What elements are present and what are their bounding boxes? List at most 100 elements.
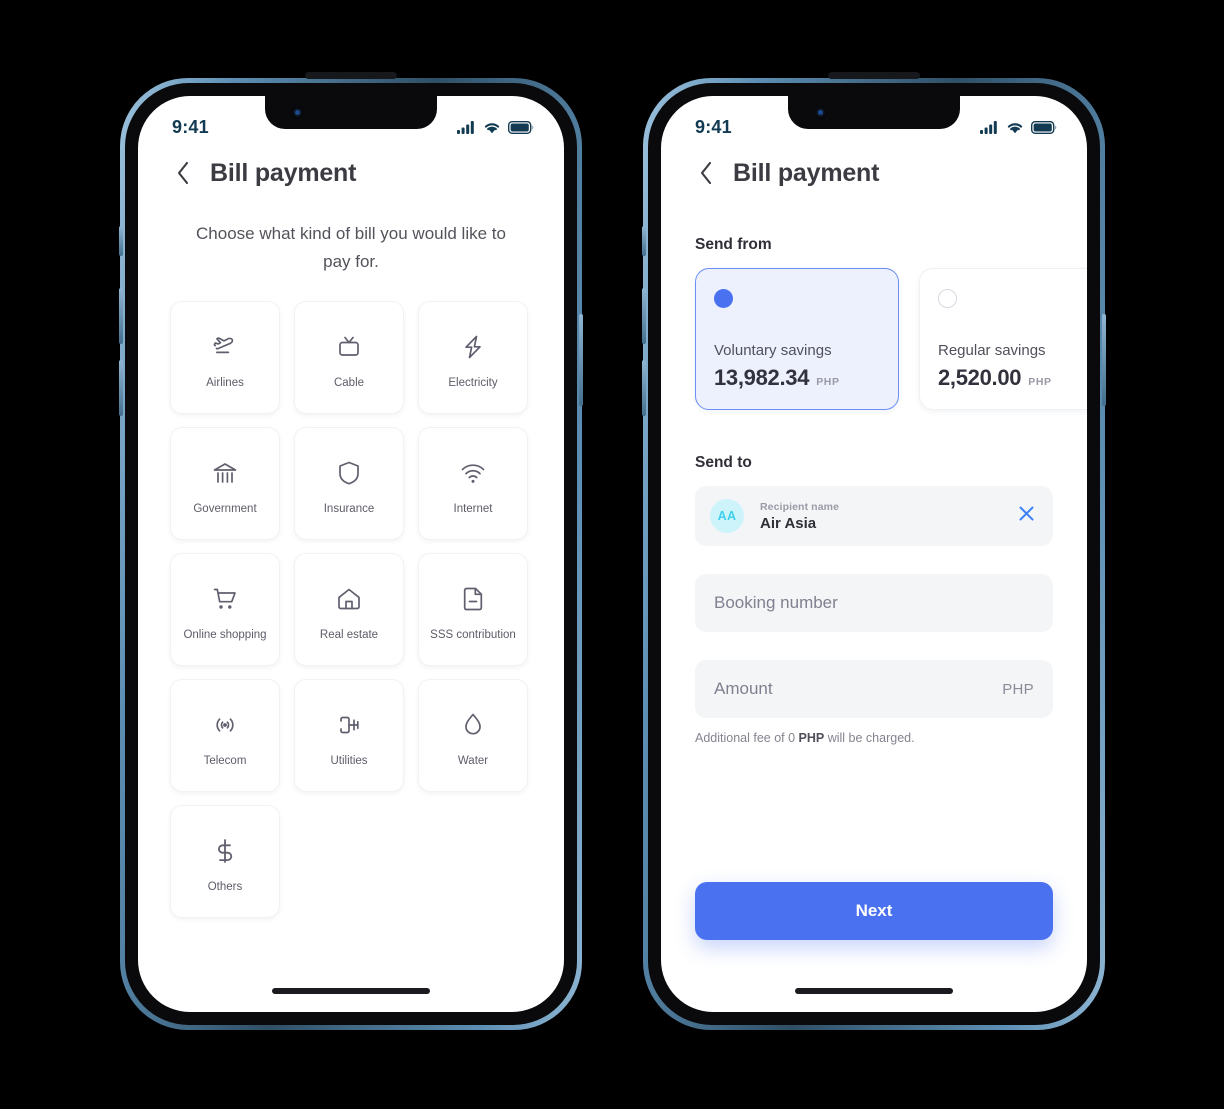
category-label: Government <box>193 503 257 516</box>
front-camera-icon <box>814 106 827 119</box>
house-icon <box>334 578 364 620</box>
bank-building-icon <box>210 452 240 494</box>
category-label: Utilities <box>330 755 368 768</box>
mute-switch[interactable] <box>119 226 123 256</box>
wifi-icon <box>483 121 501 134</box>
category-label: Water <box>457 755 489 768</box>
phone-body-right: 9:41 Bill payment Send from Voluntary sa… <box>648 72 1100 1025</box>
next-button[interactable]: Next <box>695 882 1053 940</box>
category-label: Others <box>207 881 243 894</box>
account-currency: PHP <box>1028 376 1052 388</box>
chevron-left-icon <box>699 161 713 185</box>
category-label: Telecom <box>203 755 247 768</box>
fee-note-suffix: will be charged. <box>824 731 915 745</box>
category-label: Electricity <box>448 377 498 390</box>
send-from-label: Send from <box>695 236 772 253</box>
earpiece-speaker <box>305 72 397 79</box>
category-label: Online shopping <box>183 629 267 642</box>
category-tile-real-estate[interactable]: Real estate <box>294 553 404 667</box>
page-title: Bill payment <box>733 158 880 187</box>
category-tile-others[interactable]: Others <box>170 805 280 919</box>
earpiece-speaker <box>828 72 920 79</box>
page-title: Bill payment <box>210 158 357 187</box>
signal-icon <box>457 120 476 134</box>
power-plug-icon <box>334 704 364 746</box>
booking-number-input[interactable]: Booking number <box>695 574 1053 632</box>
clear-recipient-button[interactable] <box>1015 505 1037 527</box>
power-button[interactable] <box>1102 314 1106 406</box>
category-tile-water[interactable]: Water <box>418 679 528 793</box>
radio-button-selected[interactable] <box>714 289 733 308</box>
amount-placeholder: Amount <box>714 679 773 698</box>
back-button[interactable] <box>172 158 194 188</box>
category-tile-internet[interactable]: Internet <box>418 427 528 541</box>
notch <box>788 96 960 129</box>
water-drop-icon <box>458 704 488 746</box>
volume-down-button[interactable] <box>119 360 123 416</box>
category-tile-utilities[interactable]: Utilities <box>294 679 404 793</box>
category-label: SSS contribution <box>430 629 516 642</box>
recipient-label: Recipient name <box>760 500 840 513</box>
send-to-label: Send to <box>695 454 752 471</box>
mute-switch[interactable] <box>642 226 646 256</box>
avatar: AA <box>710 499 744 533</box>
category-label: Airlines <box>206 377 244 390</box>
category-tile-insurance[interactable]: Insurance <box>294 427 404 541</box>
account-card-voluntary-savings[interactable]: Voluntary savings 13,982.34 PHP <box>695 268 899 410</box>
category-tile-government[interactable]: Government <box>170 427 280 541</box>
category-tile-sss-contribution[interactable]: SSS contribution <box>418 553 528 667</box>
wifi-icon <box>1006 121 1024 134</box>
page-root: 9:41 Bill payment Choose what kind of bi… <box>0 0 1224 1109</box>
amount-input[interactable]: Amount PHP <box>695 660 1053 718</box>
category-tile-cable[interactable]: Cable <box>294 301 404 415</box>
phone-device-right: 9:41 Bill payment Send from Voluntary sa… <box>642 72 1106 1030</box>
notch <box>265 96 437 129</box>
volume-up-button[interactable] <box>119 288 123 344</box>
volume-up-button[interactable] <box>642 288 646 344</box>
category-tile-telecom[interactable]: Telecom <box>170 679 280 793</box>
category-tile-airlines[interactable]: Airlines <box>170 301 280 415</box>
send-to-section: Send to AA Recipient name Air Asia Booki… <box>661 454 1087 745</box>
recipient-card[interactable]: AA Recipient name Air Asia <box>695 486 1053 546</box>
account-currency: PHP <box>816 376 840 388</box>
category-label: Insurance <box>323 503 375 516</box>
back-button[interactable] <box>695 158 717 188</box>
category-label: Real estate <box>319 629 379 642</box>
recipient-name: Air Asia <box>760 514 817 532</box>
radio-button-unselected[interactable] <box>938 289 957 308</box>
instruction-text: Choose what kind of bill you would like … <box>196 224 506 271</box>
dollar-sign-icon <box>210 830 240 872</box>
fee-note: Additional fee of 0 PHP will be charged. <box>695 731 1053 745</box>
category-grid: Airlines Cable Electricity Government In… <box>170 301 564 919</box>
recipient-text: Recipient name Air Asia <box>760 501 1015 532</box>
status-time: 9:41 <box>172 116 209 137</box>
phone-body-left: 9:41 Bill payment Choose what kind of bi… <box>125 72 577 1025</box>
wifi-signal-icon <box>458 452 488 494</box>
account-selector: Voluntary savings 13,982.34 PHP Regular … <box>661 268 1087 410</box>
volume-down-button[interactable] <box>642 360 646 416</box>
account-amount: 2,520.00 <box>938 365 1022 390</box>
amount-currency-suffix: PHP <box>1002 680 1034 698</box>
television-icon <box>334 326 364 368</box>
power-button[interactable] <box>579 314 583 406</box>
account-card-regular-savings[interactable]: Regular savings 2,520.00 PHP <box>919 268 1087 410</box>
front-camera-icon <box>291 106 304 119</box>
shield-icon <box>334 452 364 494</box>
category-tile-electricity[interactable]: Electricity <box>418 301 528 415</box>
account-name: Regular savings <box>938 342 1046 359</box>
fee-note-currency: PHP <box>798 731 825 745</box>
account-balance: 13,982.34 PHP <box>714 365 840 391</box>
airplane-takeoff-icon <box>210 326 240 368</box>
category-tile-online-shopping[interactable]: Online shopping <box>170 553 280 667</box>
status-icons <box>457 120 534 134</box>
account-balance: 2,520.00 PHP <box>938 365 1052 391</box>
home-indicator <box>272 988 430 994</box>
shopping-cart-icon <box>210 578 240 620</box>
booking-number-placeholder: Booking number <box>714 593 838 612</box>
category-label: Cable <box>333 377 365 390</box>
battery-icon <box>1031 120 1057 134</box>
send-from-section: Send from Voluntary savings 13,982.34 PH… <box>661 236 1087 410</box>
chevron-left-icon <box>176 161 190 185</box>
broadcast-signal-icon <box>210 704 240 746</box>
lightning-bolt-icon <box>458 326 488 368</box>
